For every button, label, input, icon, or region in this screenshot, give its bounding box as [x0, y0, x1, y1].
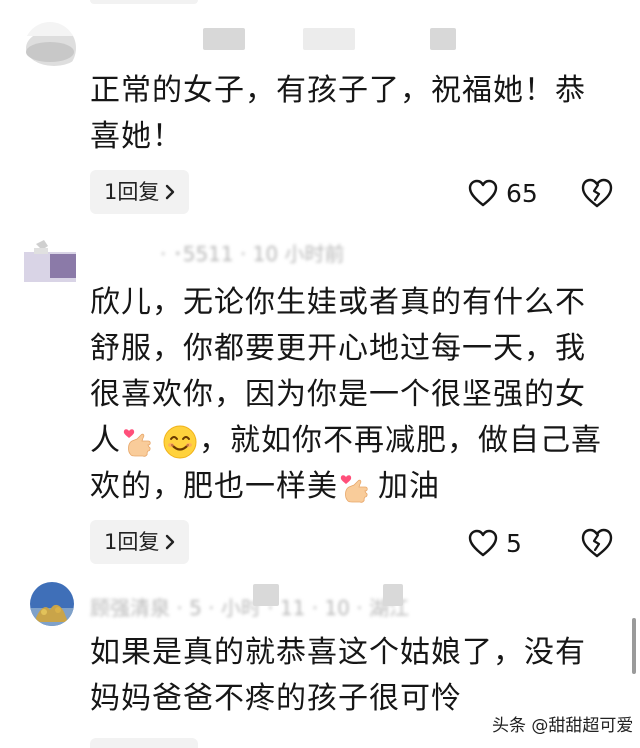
- smile-emoji: [163, 425, 197, 458]
- comment-line: 喜她！: [90, 119, 183, 154]
- avatar[interactable]: [24, 22, 76, 74]
- comment-meta: · ･5511 · 10 小时前: [160, 242, 345, 266]
- meta-blurred: [383, 584, 403, 606]
- avatar[interactable]: [30, 582, 74, 626]
- reply-button[interactable]: 1回复: [90, 170, 190, 214]
- like-button[interactable]: 5: [468, 523, 522, 563]
- like-count: 5: [506, 528, 522, 558]
- heart-hand-emoji: [340, 474, 368, 503]
- comment-text: 正常的女子，有孩子了，祝福她！恭 喜她！: [90, 68, 620, 160]
- like-count: 65: [506, 178, 538, 208]
- broken-heart-icon[interactable]: [580, 526, 614, 560]
- broken-heart-icon[interactable]: [580, 176, 614, 210]
- comment-line: 欢的，肥也一样美 加油: [90, 464, 620, 510]
- meta-blurred: [253, 584, 279, 606]
- comment-meta: 顾强清泉 · 5 · 小时 · 11 · 10 · 湖江: [90, 596, 409, 620]
- chevron-right-icon: [166, 534, 175, 550]
- avatar[interactable]: [24, 238, 76, 290]
- heart-hand-emoji: [123, 428, 151, 457]
- comment-1: 正常的女子，有孩子了，祝福她！恭 喜她！ 1回复 65: [0, 0, 640, 230]
- comment-line-part: ，就如你不再减肥，做自己喜: [199, 423, 602, 458]
- scrollbar[interactable]: [632, 618, 636, 674]
- reply-button[interactable]: 1回复: [90, 520, 190, 564]
- comment-text: 欣儿，无论你生娃或者真的有什么不 舒服，你都要更开心地过每一天，我 很喜欢你，因…: [90, 280, 620, 510]
- chevron-right-icon: [166, 184, 175, 200]
- comment-line: 如果是真的就恭喜这个姑娘了，没有: [90, 635, 586, 670]
- meta-blurred: [303, 28, 355, 50]
- username-blurred[interactable]: [203, 28, 245, 50]
- watermark: 头条 @甜甜超可爱: [488, 710, 638, 737]
- comment-line: 人 ，就如你不再减肥，做自己喜: [90, 418, 620, 464]
- reply-button-partial[interactable]: [90, 738, 198, 748]
- comment-line-part: 人: [90, 423, 121, 458]
- comment-2: · ･5511 · 10 小时前 欣儿，无论你生娃或者真的有什么不 舒服，你都要…: [0, 230, 640, 580]
- heart-icon: [468, 179, 498, 207]
- like-button[interactable]: 65: [468, 173, 538, 213]
- comment-line: 正常的女子，有孩子了，祝福她！恭: [90, 73, 586, 108]
- comment-line: 欣儿，无论你生娃或者真的有什么不: [90, 285, 586, 320]
- comment-line-part: 加油: [378, 469, 440, 504]
- comment-line: 很喜欢你，因为你是一个很坚强的女: [90, 377, 586, 412]
- heart-icon: [468, 529, 498, 557]
- comment-line: 舒服，你都要更开心地过每一天，我: [90, 331, 586, 366]
- reply-label: 1回复: [104, 530, 160, 554]
- comment-text: 如果是真的就恭喜这个姑娘了，没有 妈妈爸爸不疼的孩子很可怜: [90, 630, 620, 722]
- comment-line-part: 欢的，肥也一样美: [90, 469, 338, 504]
- reply-label: 1回复: [104, 180, 160, 204]
- location-blurred: [430, 28, 456, 50]
